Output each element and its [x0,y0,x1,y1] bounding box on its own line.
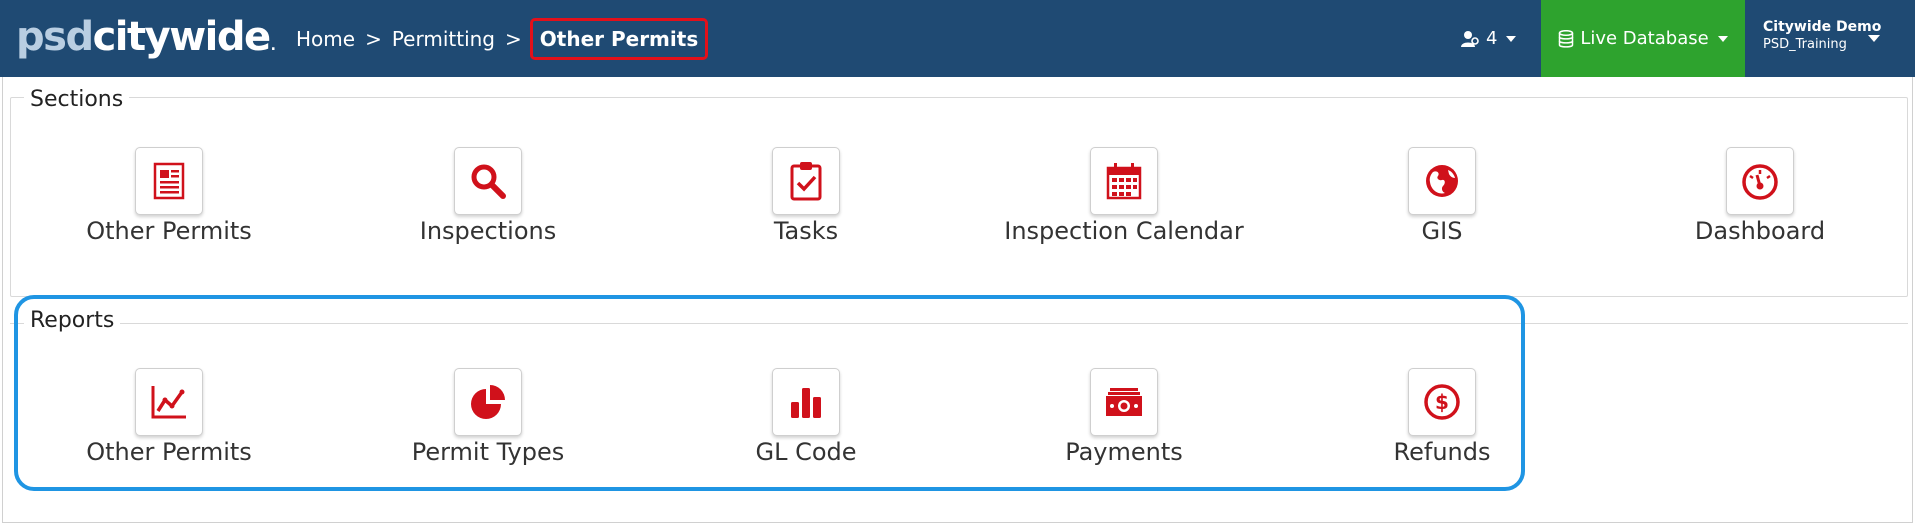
account-name: Citywide Demo [1763,19,1882,35]
account-menu[interactable]: Citywide Demo PSD_Training [1763,19,1881,53]
chevron-down-icon [1506,35,1517,42]
section-tile-gis[interactable]: GIS [1320,147,1560,257]
tile-label: Dashboard [1694,217,1826,245]
tile-label: Tasks [773,217,839,245]
report-tile-refunds[interactable]: $ Refunds [1320,368,1560,478]
tile-label: GIS [1421,217,1463,245]
database-label: Live Database [1580,28,1709,49]
users-dropdown[interactable]: 4 [1460,0,1517,77]
reports-divider [10,323,1908,324]
chevron-down-icon[interactable] [1868,35,1880,42]
globe-icon [1426,165,1458,197]
database-selector[interactable]: Live Database [1541,0,1745,77]
dollar-circle-icon: $ [1424,384,1460,420]
tile-icon-box [1090,147,1158,215]
logo-text-citywide: citywide [92,14,272,60]
tile-icon-box [454,368,522,436]
report-tile-permit-types[interactable]: Permit Types [366,368,606,478]
tile-label: Inspection Calendar [1004,217,1244,245]
brand-logo[interactable]: psd citywide. [16,14,276,60]
top-navbar: psd citywide. Home > Permitting > Other P… [0,0,1915,77]
logo-mark: . [270,38,276,54]
users-count: 4 [1486,28,1498,49]
logo-text-psd: psd [16,14,94,60]
tile-icon-box [1090,368,1158,436]
tile-label: Inspections [419,217,557,245]
clipboard-check-icon [790,162,822,201]
breadcrumb: Home > Permitting > Other Permits [296,0,709,77]
money-icon [1106,388,1142,416]
tile-label: Payments [1065,438,1183,466]
database-icon [1559,29,1574,48]
gauge-icon [1742,164,1778,200]
breadcrumb-separator: > [365,26,382,51]
sections-title: Sections [24,87,130,112]
report-tile-payments[interactable]: Payments [1002,368,1242,478]
tile-icon-box [454,147,522,215]
bar-chart-icon [791,388,821,418]
section-tile-tasks[interactable]: Tasks [684,147,924,257]
sections-panel [10,97,1908,297]
section-tile-other-permits[interactable]: Other Permits [47,147,287,257]
pie-chart-icon [471,385,505,419]
tile-label: GL Code [755,438,857,466]
breadcrumb-permitting[interactable]: Permitting [392,27,495,51]
svg-text:$: $ [1435,390,1449,414]
tile-icon-box [772,147,840,215]
calendar-icon [1106,163,1142,200]
chevron-down-icon [1717,35,1728,42]
section-tile-inspection-calendar[interactable]: Inspection Calendar [1002,147,1244,257]
document-list-icon [153,162,185,200]
tile-label: Other Permits [86,217,252,245]
breadcrumb-current: Other Permits [529,17,709,60]
reports-title: Reports [24,308,121,333]
tile-label: Permit Types [411,438,565,466]
tile-label: Other Permits [86,438,252,466]
report-tile-gl-code[interactable]: GL Code [684,368,924,478]
breadcrumb-home[interactable]: Home [296,27,355,51]
tile-icon-box [135,147,203,215]
users-icon [1461,30,1479,47]
section-tile-inspections[interactable]: Inspections [366,147,606,257]
tile-icon-box: $ [1408,368,1476,436]
line-chart-icon [151,386,186,419]
breadcrumb-separator: > [505,26,522,51]
tile-icon-box [135,368,203,436]
search-icon [471,164,506,199]
section-tile-dashboard[interactable]: Dashboard [1638,147,1878,257]
tile-icon-box [772,368,840,436]
tile-icon-box [1726,147,1794,215]
account-database: PSD_Training [1763,37,1847,52]
report-tile-other-permits[interactable]: Other Permits [47,368,287,478]
tile-label: Refunds [1393,438,1491,466]
tile-icon-box [1408,147,1476,215]
